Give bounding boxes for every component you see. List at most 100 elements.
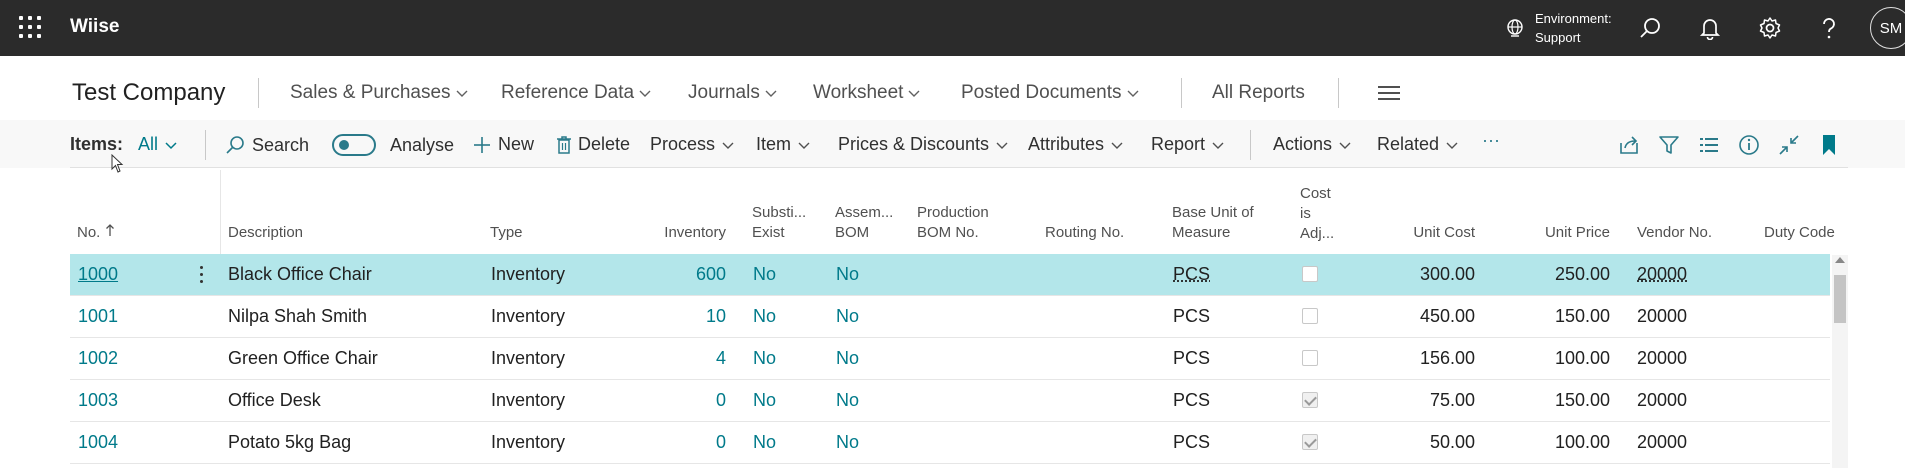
chevron-down-icon: [764, 88, 778, 98]
list-view-icon[interactable]: [1696, 132, 1722, 158]
cell-substitutes-exist[interactable]: No: [753, 306, 776, 327]
filter-icon[interactable]: [1656, 132, 1682, 158]
prices-discounts-menu[interactable]: Prices & Discounts: [838, 134, 1009, 155]
help-icon[interactable]: [1815, 14, 1843, 42]
cell-substitutes-exist[interactable]: No: [753, 348, 776, 369]
app-launcher-icon[interactable]: [19, 16, 41, 38]
column-header-no[interactable]: No.: [77, 223, 115, 243]
actions-menu[interactable]: Actions: [1273, 134, 1352, 155]
table-row[interactable]: 1004 Potato 5kg Bag Inventory 0 No No PCS 50.00…: [70, 422, 1830, 464]
cell-assembly-bom[interactable]: No: [836, 390, 859, 411]
nav-item-sales-purchases[interactable]: Sales & Purchases: [290, 82, 469, 104]
toggle-switch[interactable]: [332, 134, 376, 156]
environment-indicator[interactable]: Environment: Support: [1505, 9, 1612, 47]
cell-assembly-bom[interactable]: No: [836, 348, 859, 369]
cell-base-unit[interactable]: PCS: [1173, 306, 1210, 327]
cell-no[interactable]: 1002: [78, 348, 118, 369]
cell-inventory[interactable]: 4: [660, 348, 726, 369]
nav-item-journals[interactable]: Journals: [688, 82, 778, 104]
cell-inventory[interactable]: 10: [660, 306, 726, 327]
share-icon[interactable]: [1616, 132, 1642, 158]
search-button[interactable]: Search: [224, 134, 309, 156]
cell-no[interactable]: 1001: [78, 306, 118, 327]
info-icon[interactable]: [1736, 132, 1762, 158]
search-icon[interactable]: [1636, 14, 1664, 42]
chevron-down-icon: [164, 140, 178, 150]
menu-icon[interactable]: [1378, 86, 1400, 100]
cell-base-unit[interactable]: PCS: [1173, 348, 1210, 369]
table-row[interactable]: 1000 Black Office Chair Inventory 600 No No PC…: [70, 254, 1830, 296]
avatar[interactable]: SM: [1870, 7, 1905, 49]
nav-item-reference-data[interactable]: Reference Data: [501, 82, 652, 104]
column-header-production-bom[interactable]: Production BOM No.: [917, 203, 989, 243]
cell-inventory[interactable]: 600: [660, 264, 726, 285]
cell-vendor-no[interactable]: 20000: [1637, 390, 1687, 411]
table-row[interactable]: 1001 Nilpa Shah Smith Inventory 10 No No PCS 45…: [70, 296, 1830, 338]
related-menu[interactable]: Related: [1377, 134, 1459, 155]
report-menu[interactable]: Report: [1151, 134, 1225, 155]
nav-item-label: Posted Documents: [961, 82, 1122, 104]
process-label: Process: [650, 134, 715, 155]
column-header-vendor-no[interactable]: Vendor No.: [1637, 223, 1712, 243]
column-header-unit-price[interactable]: Unit Price: [1500, 223, 1610, 243]
cell-substitutes-exist[interactable]: No: [753, 264, 776, 285]
globe-icon: [1505, 18, 1525, 38]
table-row[interactable]: 1003 Office Desk Inventory 0 No No PCS 75.00 150…: [70, 380, 1830, 422]
brand-name[interactable]: Wiise: [70, 16, 119, 38]
cell-no[interactable]: 1000: [78, 264, 118, 285]
nav-item-label: Reference Data: [501, 82, 634, 104]
column-header-substitutes-exist[interactable]: Substi... Exist: [752, 203, 806, 243]
more-options-button[interactable]: ···: [1482, 130, 1500, 151]
column-header-assembly-bom[interactable]: Assem... BOM: [835, 203, 893, 243]
process-menu[interactable]: Process: [650, 134, 735, 155]
cell-vendor-no[interactable]: 20000: [1637, 264, 1687, 285]
filter-all-button[interactable]: All: [138, 134, 178, 155]
attributes-menu[interactable]: Attributes: [1028, 134, 1124, 155]
collapse-icon[interactable]: [1776, 132, 1802, 158]
cell-assembly-bom[interactable]: No: [836, 432, 859, 453]
bell-icon[interactable]: [1696, 14, 1724, 42]
column-header-unit-cost[interactable]: Unit Cost: [1365, 223, 1475, 243]
cell-assembly-bom[interactable]: No: [836, 306, 859, 327]
column-header-description[interactable]: Description: [228, 223, 303, 243]
cell-base-unit[interactable]: PCS: [1173, 264, 1210, 285]
gear-icon[interactable]: [1756, 14, 1784, 42]
chevron-down-icon: [455, 88, 469, 98]
cell-base-unit[interactable]: PCS: [1173, 432, 1210, 453]
action-divider: [1250, 130, 1251, 160]
cell-assembly-bom[interactable]: No: [836, 264, 859, 285]
company-name[interactable]: Test Company: [72, 79, 225, 107]
nav-item-posted-documents[interactable]: Posted Documents: [961, 82, 1140, 104]
new-button[interactable]: New: [472, 134, 534, 155]
delete-button[interactable]: Delete: [556, 134, 630, 155]
column-header-duty-code[interactable]: Duty Code: [1764, 223, 1835, 243]
column-header-routing-no[interactable]: Routing No.: [1045, 223, 1124, 243]
cell-no[interactable]: 1003: [78, 390, 118, 411]
cell-substitutes-exist[interactable]: No: [753, 432, 776, 453]
report-label: Report: [1151, 134, 1205, 155]
row-actions-icon[interactable]: [200, 266, 204, 284]
column-header-base-unit[interactable]: Base Unit of Measure: [1172, 203, 1254, 243]
analyse-toggle[interactable]: Analyse: [332, 134, 454, 156]
nav-item-all-reports[interactable]: All Reports: [1212, 82, 1305, 104]
scroll-up-icon[interactable]: [1835, 257, 1845, 263]
cell-vendor-no[interactable]: 20000: [1637, 306, 1687, 327]
item-menu[interactable]: Item: [756, 134, 811, 155]
table-row[interactable]: 1002 Green Office Chair Inventory 4 No No PCS 1…: [70, 338, 1830, 380]
vertical-scrollbar[interactable]: [1832, 255, 1848, 468]
column-header-type[interactable]: Type: [490, 223, 523, 243]
cell-inventory[interactable]: 0: [660, 432, 726, 453]
cell-unit-cost: 75.00: [1365, 390, 1475, 411]
cell-vendor-no[interactable]: 20000: [1637, 432, 1687, 453]
cell-base-unit[interactable]: PCS: [1173, 390, 1210, 411]
cell-inventory[interactable]: 0: [660, 390, 726, 411]
cell-vendor-no[interactable]: 20000: [1637, 348, 1687, 369]
cell-substitutes-exist[interactable]: No: [753, 390, 776, 411]
cell-no[interactable]: 1004: [78, 432, 118, 453]
nav-item-worksheet[interactable]: Worksheet: [813, 82, 921, 104]
cell-unit-cost: 156.00: [1365, 348, 1475, 369]
column-header-inventory[interactable]: Inventory: [660, 223, 726, 243]
bookmark-icon[interactable]: [1816, 132, 1842, 158]
scrollbar-thumb[interactable]: [1834, 275, 1846, 323]
column-header-cost-adjusted[interactable]: Cost is Adj...: [1300, 184, 1334, 244]
